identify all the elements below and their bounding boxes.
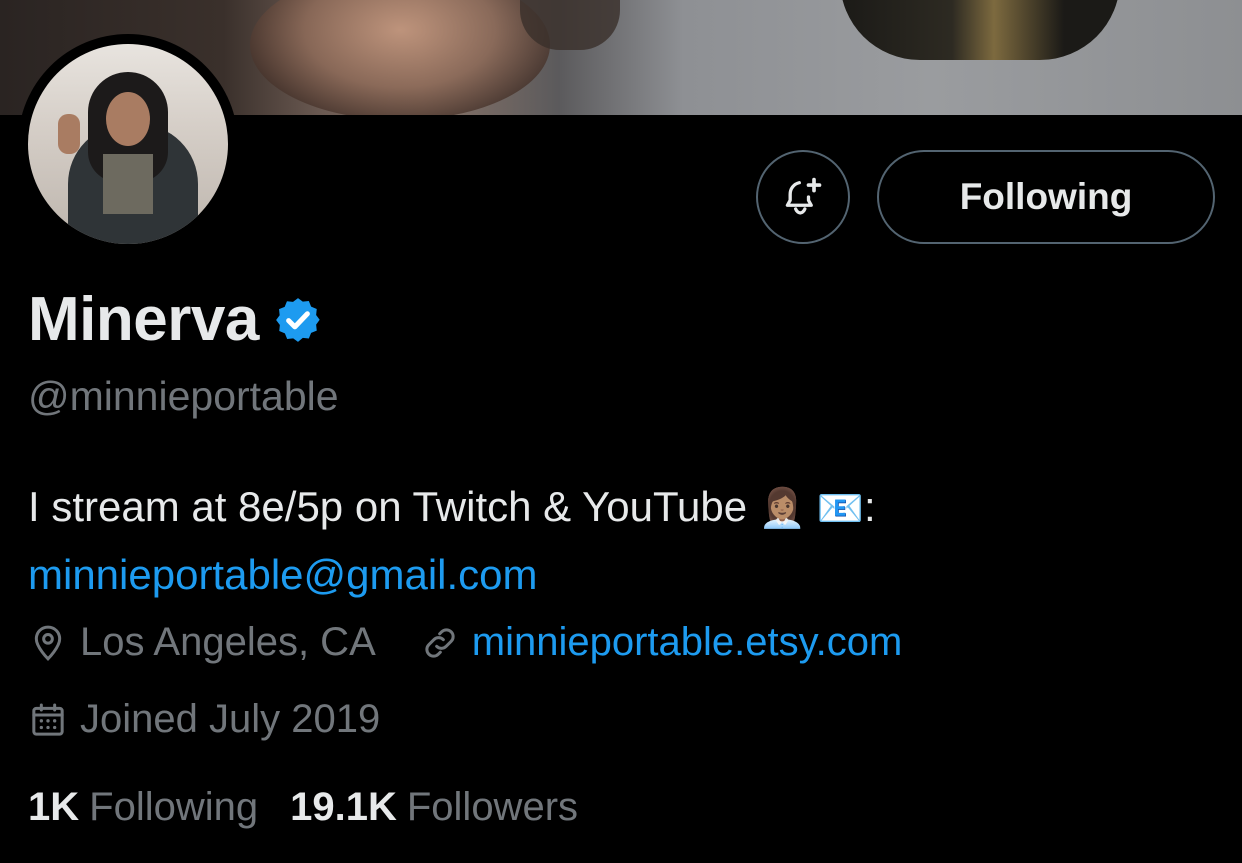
link-icon — [425, 627, 455, 658]
following-count: 1K — [28, 785, 80, 829]
profile-bio: I stream at 8e/5p on Twitch & YouTube 👩🏽… — [28, 474, 1218, 608]
profile-meta-row: Los Angeles, CA minnieportable.etsy.com — [28, 620, 902, 665]
banner-belt — [840, 0, 1120, 60]
followers-label: Followers — [406, 785, 579, 829]
following-button-label: Following — [959, 176, 1133, 217]
bell-plus-icon — [785, 177, 822, 215]
profile-joined-row: Joined July 2019 — [28, 697, 380, 742]
avatar-hand — [58, 114, 80, 154]
profile-handle: @minnieportable — [28, 373, 339, 419]
banner-figure — [250, 0, 550, 115]
profile-joined-date: Joined July 2019 — [80, 697, 381, 741]
avatar-face — [106, 92, 150, 146]
bio-emoji: 👩🏽‍💼 📧 — [758, 488, 864, 530]
profile-name-row: Minerva — [28, 284, 323, 355]
profile-name: Minerva — [28, 285, 259, 354]
bio-email-link[interactable]: minnieportable@gmail.com — [28, 551, 538, 598]
location-pin-icon — [34, 625, 62, 661]
following-stat[interactable]: 1K Following — [28, 785, 258, 830]
profile-website-link[interactable]: minnieportable.etsy.com — [472, 620, 903, 665]
avatar[interactable] — [28, 44, 228, 244]
verified-badge-icon[interactable] — [273, 295, 323, 345]
avatar-shirt — [103, 154, 153, 214]
followers-stat[interactable]: 19.1K Followers — [290, 785, 578, 830]
calendar-icon — [32, 703, 64, 736]
profile-location: Los Angeles, CA — [80, 620, 376, 664]
profile-stats: 1K Following 19.1K Followers — [28, 785, 578, 830]
following-button[interactable]: Following — [877, 150, 1215, 244]
bio-text: I stream at 8e/5p on Twitch & YouTube — [28, 483, 748, 530]
followers-count: 19.1K — [290, 785, 397, 829]
following-label: Following — [89, 785, 259, 829]
notifications-button[interactable] — [756, 150, 850, 244]
bio-colon: : — [864, 483, 876, 530]
